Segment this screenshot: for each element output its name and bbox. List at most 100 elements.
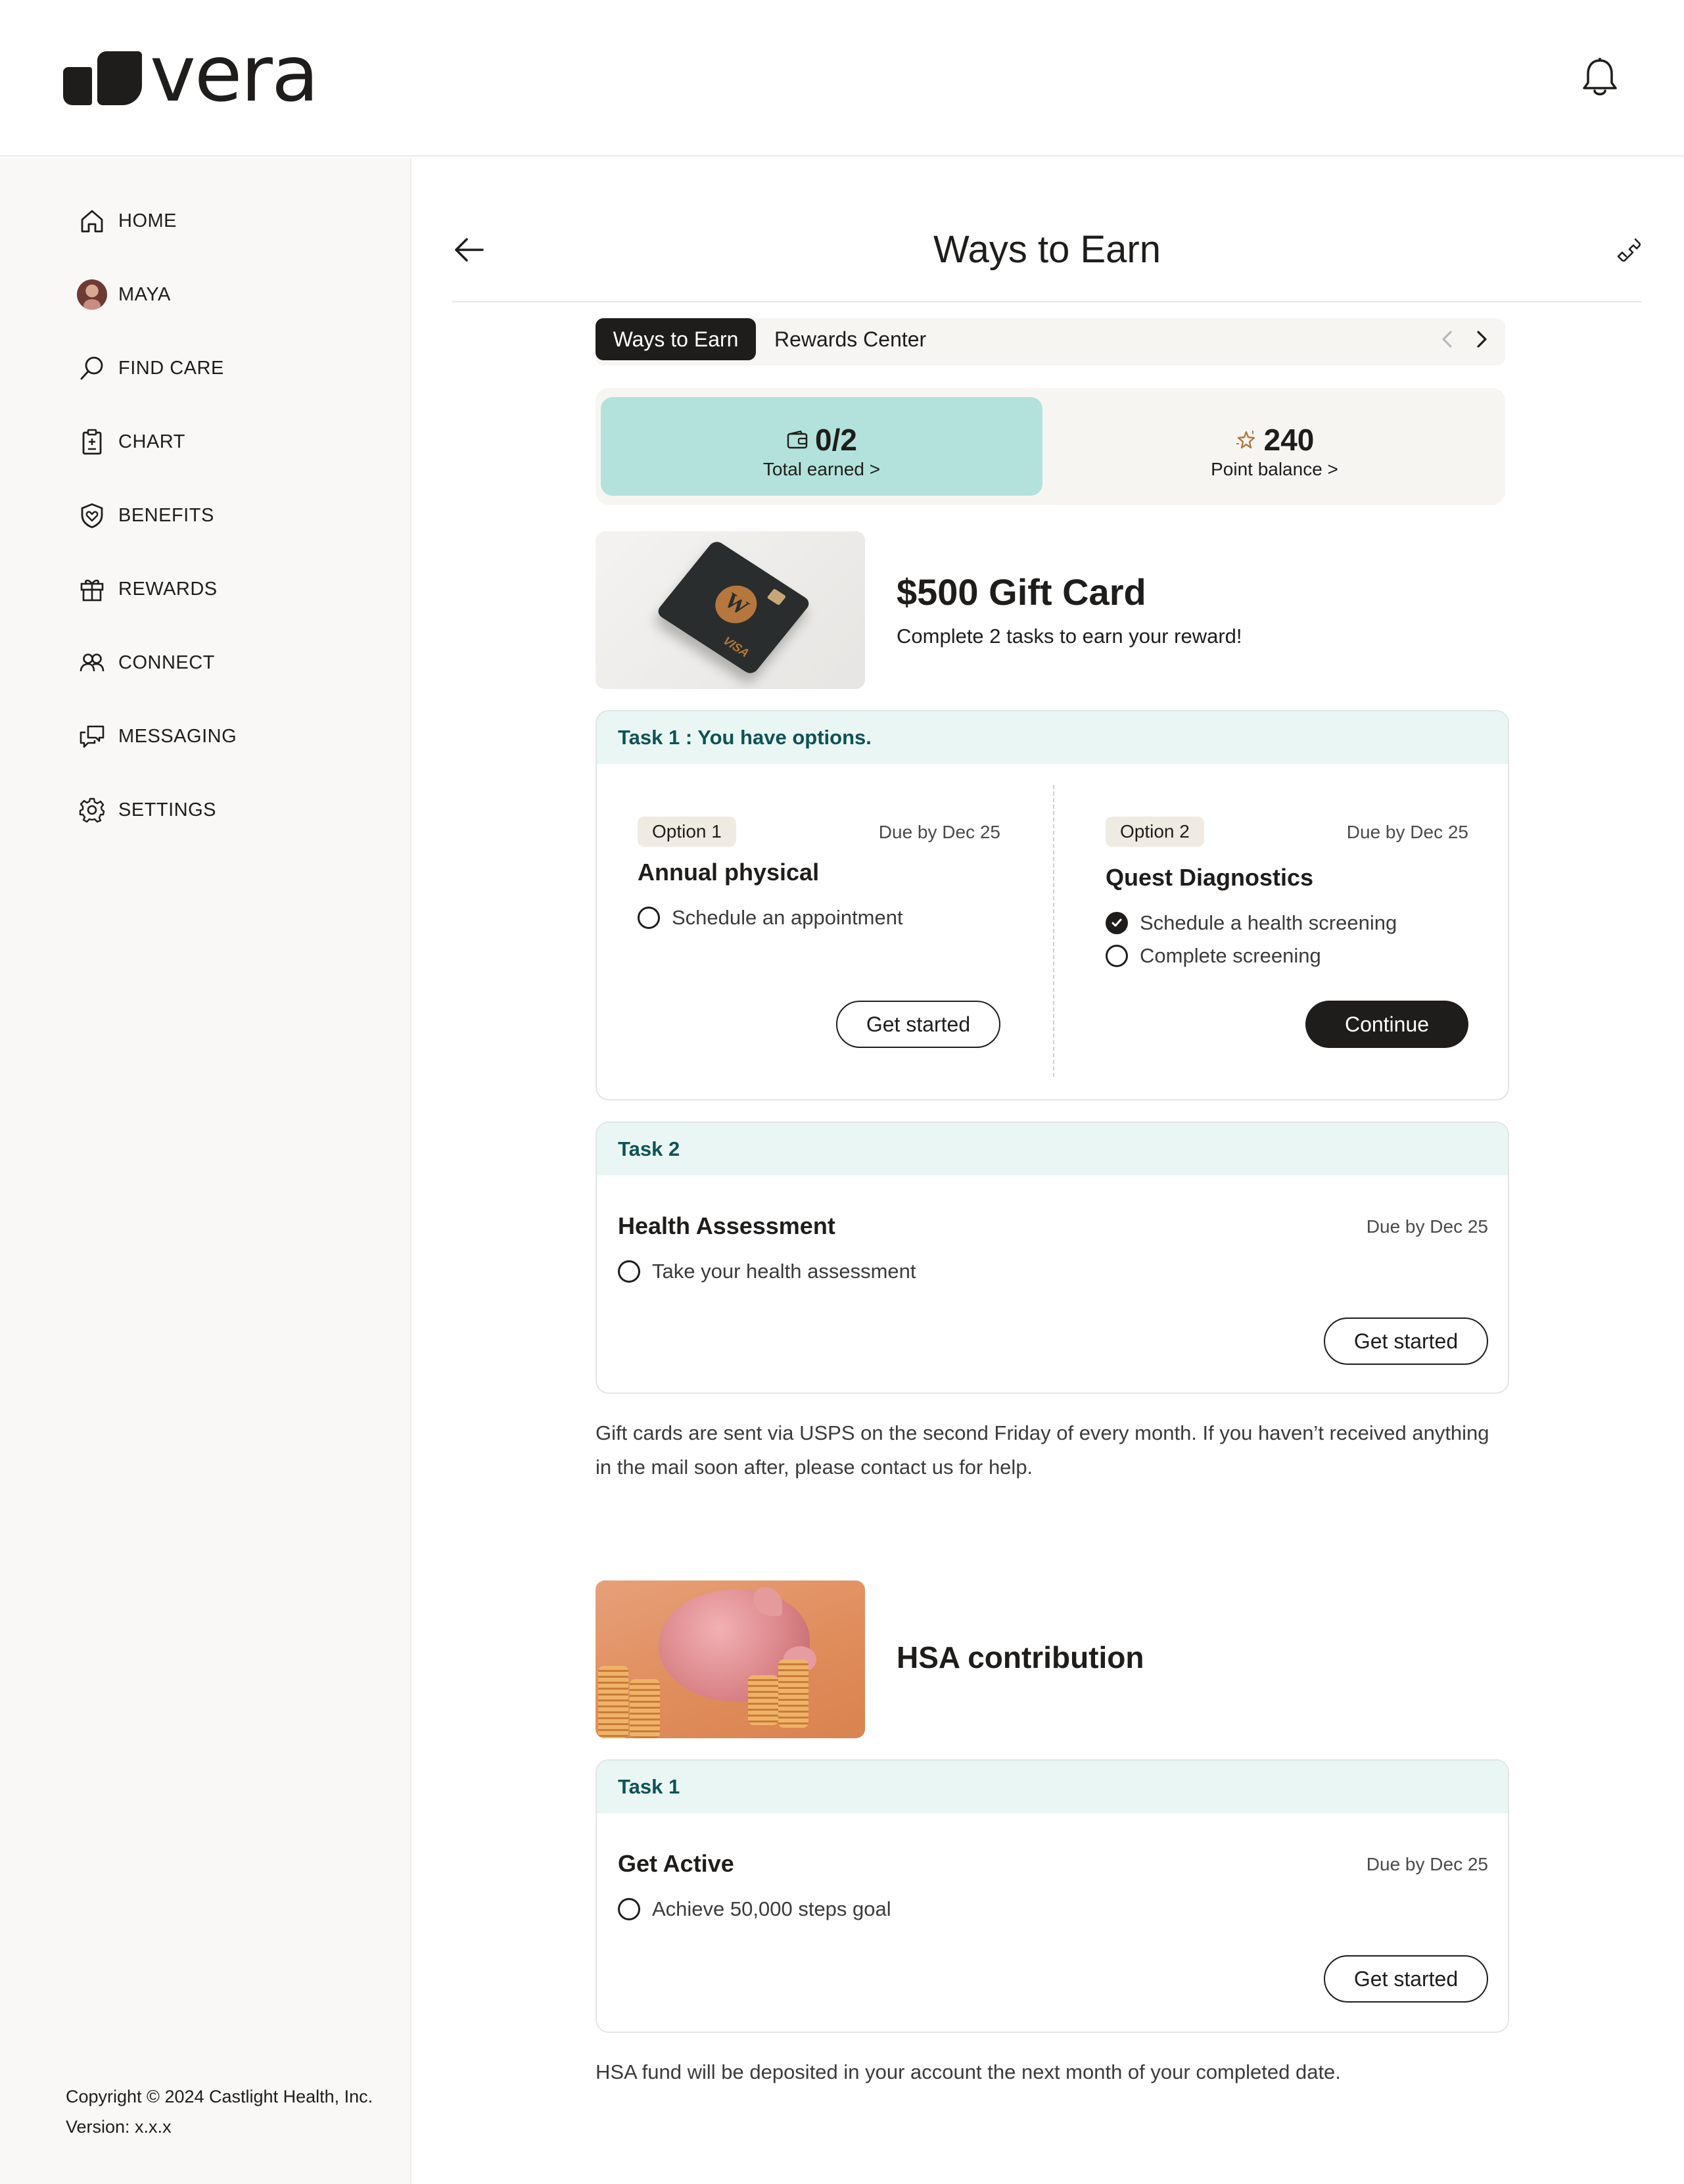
footer-info: Copyright © 2024 Castlight Health, Inc. …	[66, 2081, 373, 2142]
home-icon	[76, 205, 108, 237]
chevron-right-icon[interactable]	[1470, 327, 1493, 351]
page-title: Ways to Earn	[933, 228, 1161, 271]
hsa-title: HSA contribution	[897, 1640, 1144, 1674]
get-started-button[interactable]: Get started	[1324, 1318, 1488, 1365]
sidebar-item-label: BENEFITS	[118, 504, 214, 526]
bell-icon[interactable]	[1580, 57, 1620, 99]
checked-circle-icon	[1106, 912, 1128, 934]
task-due: Due by Dec 25	[1366, 1216, 1488, 1237]
option-1-title: Annual physical	[638, 859, 820, 886]
option-2-pill: Option 2	[1106, 817, 1204, 847]
option-2-due: Due by Dec 25	[1346, 822, 1468, 842]
hsa-task-1-card: Task 1 Get Active Due by Dec 25 Achieve …	[596, 1759, 1509, 2033]
wallet-icon	[787, 430, 808, 449]
hsa-piggy-bank-image	[596, 1580, 865, 1738]
sidebar-item-rewards[interactable]: REWARDS	[76, 571, 218, 607]
logo-text: vera	[150, 28, 319, 119]
unchecked-circle-icon	[1106, 945, 1128, 967]
sidebar-item-find-care[interactable]: FIND CARE	[76, 350, 224, 387]
sidebar-item-label: SETTINGS	[118, 799, 217, 820]
task-header: Task 1	[597, 1761, 1508, 1813]
step-label: Schedule a health screening	[1140, 911, 1397, 934]
option-2-step: Schedule a health screening	[1106, 911, 1397, 935]
gear-icon	[76, 794, 108, 826]
sidebar-item-messaging[interactable]: MESSAGING	[76, 718, 237, 755]
card-brand: VISA	[720, 634, 752, 660]
task-due: Due by Dec 25	[1366, 1854, 1488, 1874]
phone-icon[interactable]	[1616, 237, 1642, 263]
task-header: Task 2	[597, 1123, 1508, 1175]
total-earned-card[interactable]: 0/2 Total earned >	[601, 397, 1042, 496]
sidebar-item-settings[interactable]: SETTINGS	[76, 792, 216, 828]
step-label: Complete screening	[1140, 944, 1321, 967]
task-header-label: Task 1 : You have options.	[618, 726, 872, 749]
clipboard-icon	[76, 426, 108, 458]
visa-card-graphic: W VISA	[655, 538, 812, 677]
sidebar: HOME MAYA FIND CARE CHART BENEFITS REWAR…	[0, 158, 411, 2184]
tab-ways-to-earn[interactable]: Ways to Earn	[596, 318, 756, 360]
get-started-button[interactable]: Get started	[1324, 1955, 1488, 2003]
task-header-label: Task 2	[618, 1137, 680, 1160]
task-step: Take your health assessment	[618, 1260, 916, 1283]
sidebar-item-chart[interactable]: CHART	[76, 423, 185, 460]
point-balance-value: 240	[1263, 423, 1315, 457]
step-label: Take your health assessment	[652, 1260, 916, 1283]
sidebar-item-label: CHART	[118, 431, 185, 452]
point-balance-label: Point balance >	[1211, 459, 1338, 479]
total-earned-value: 0/2	[815, 423, 857, 457]
task-header-label: Task 1	[618, 1775, 680, 1798]
sparkle-star-icon	[1236, 431, 1255, 449]
task-title: Health Assessment	[618, 1212, 835, 1239]
sidebar-item-home[interactable]: HOME	[76, 202, 177, 239]
sidebar-item-label: FIND CARE	[118, 357, 224, 379]
gift-card-subtitle: Complete 2 tasks to earn your reward!	[897, 625, 1242, 648]
hsa-note: HSA fund will be deposited in your accou…	[596, 2060, 1341, 2083]
option-2-step: Complete screening	[1106, 944, 1321, 968]
tab-bar: Ways to Earn Rewards Center	[596, 318, 1505, 366]
chevron-left-icon[interactable]	[1436, 327, 1459, 351]
unchecked-circle-icon	[638, 907, 660, 929]
shield-heart-icon	[76, 500, 108, 531]
task-title: Get Active	[618, 1850, 734, 1877]
chat-icon	[76, 721, 108, 752]
task-1-options-card: Task 1 : You have options. Option 1 Due …	[596, 710, 1509, 1101]
gift-card-title: $500 Gift Card	[897, 571, 1146, 613]
option-1-step: Schedule an appointment	[638, 906, 903, 930]
sidebar-item-label: HOME	[118, 210, 177, 231]
sidebar-item-label: REWARDS	[118, 578, 218, 600]
sidebar-item-benefits[interactable]: BENEFITS	[76, 497, 214, 534]
sidebar-item-label: CONNECT	[118, 652, 215, 673]
page-header: Ways to Earn	[452, 197, 1642, 302]
sidebar-item-label: MESSAGING	[118, 725, 237, 747]
vera-logo[interactable]: vera	[63, 28, 319, 119]
avatar	[76, 279, 108, 310]
sidebar-item-maya[interactable]: MAYA	[76, 276, 171, 313]
unchecked-circle-icon	[618, 1260, 640, 1283]
task-step: Achieve 50,000 steps goal	[618, 1897, 891, 1921]
point-balance-value-row: 240	[1048, 422, 1501, 458]
version-text: Version: x.x.x	[66, 2117, 172, 2137]
tab-rewards-center[interactable]: Rewards Center	[769, 318, 931, 360]
step-label: Schedule an appointment	[672, 906, 903, 929]
card-logo: W	[707, 578, 765, 631]
sidebar-item-connect[interactable]: CONNECT	[76, 644, 215, 681]
gift-card-note: Gift cards are sent via USPS on the seco…	[596, 1421, 1489, 1479]
search-icon	[76, 352, 108, 384]
copyright-text: Copyright © 2024 Castlight Health, Inc.	[66, 2087, 373, 2106]
total-earned-label: Total earned >	[762, 459, 881, 479]
step-label: Achieve 50,000 steps goal	[652, 1897, 891, 1920]
people-icon	[76, 647, 108, 678]
options-divider	[1053, 785, 1054, 1077]
option-1-due: Due by Dec 25	[878, 822, 1000, 842]
stats-panel: 0/2 Total earned > 240 Point balance >	[596, 388, 1505, 505]
total-earned-value-row: 0/2	[601, 422, 1042, 458]
get-started-button[interactable]: Get started	[836, 1001, 1000, 1048]
option-1-pill: Option 1	[638, 817, 736, 847]
continue-button[interactable]: Continue	[1305, 1001, 1468, 1048]
gift-icon	[76, 573, 108, 605]
top-bar: vera	[0, 0, 1684, 156]
sidebar-item-label: MAYA	[118, 283, 171, 305]
logo-mark-icon	[63, 41, 145, 107]
point-balance-card[interactable]: 240 Point balance >	[1048, 397, 1501, 496]
task-header: Task 1 : You have options.	[597, 711, 1508, 764]
